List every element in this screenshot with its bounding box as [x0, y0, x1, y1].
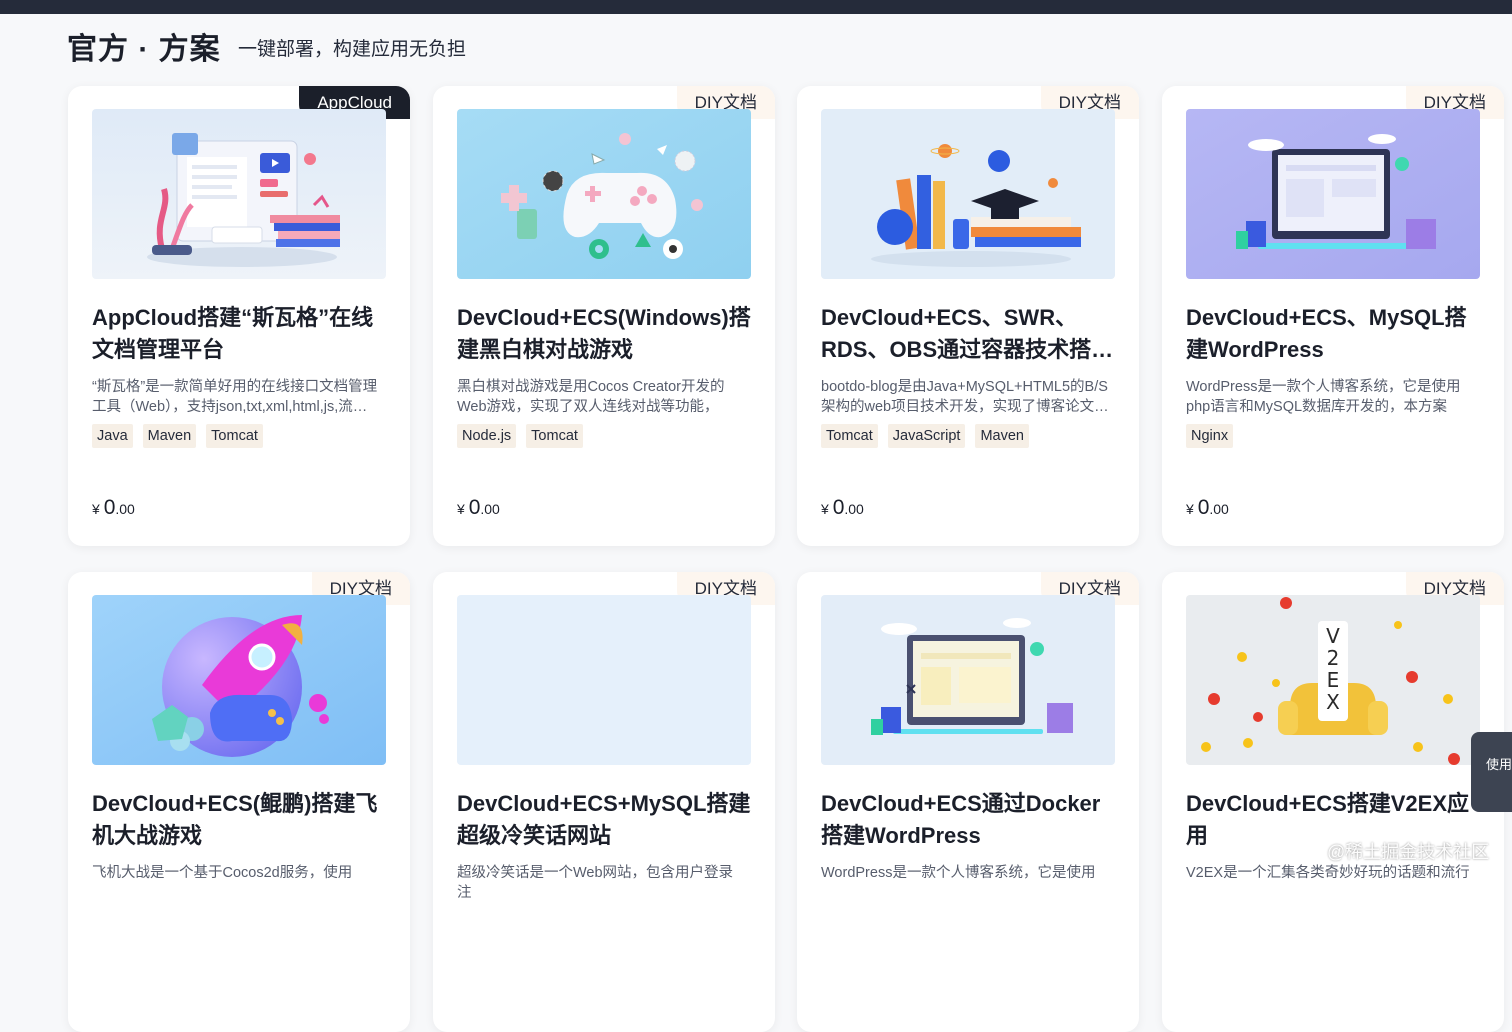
website-illustration: [821, 595, 1115, 765]
section-subtitle: 一键部署，构建应用无负担: [238, 39, 467, 60]
card-title[interactable]: DevCloud+ECS+MySQL搭建超级冷笑话网站: [457, 788, 753, 852]
v2ex-letter: E: [1327, 668, 1340, 692]
game-controller-illustration: [457, 109, 751, 279]
docs-illustration: [92, 109, 386, 279]
tag: Node.js: [457, 424, 517, 448]
side-tab-label: 使用: [1486, 757, 1512, 772]
card-thumbnail: [821, 595, 1115, 765]
tag: Tomcat: [526, 424, 583, 448]
solution-card-plane-war[interactable]: DIY文档 DevCloud+ECS(鲲鹏)搭建飞机大战游戏 飞机大战是一个基于…: [68, 572, 410, 1032]
card-description: 超级冷笑话是一个Web网站，包含用户登录注: [457, 865, 734, 901]
card-description: WordPress是一款个人博客系统，它是使用: [821, 865, 1096, 881]
card-description: V2EX是一个汇集各类奇妙好玩的话题和流行: [1186, 865, 1470, 881]
card-description: bootdo-blog是由Java+MySQL+HTML5的B/S架构的web项…: [821, 379, 1109, 415]
currency-symbol: ¥: [457, 501, 465, 517]
card-price: ¥ 0.00: [1186, 496, 1229, 520]
card-tags: Tomcat JavaScript Maven: [821, 424, 1029, 448]
solution-card-bootdo-blog[interactable]: DIY文档 DevCloud+ECS、SWR、RDS、OBS通过容器技术搭… b…: [797, 86, 1139, 546]
card-title[interactable]: DevCloud+ECS通过Docker搭建WordPress: [821, 788, 1117, 852]
side-floating-tab[interactable]: 使用: [1471, 732, 1512, 812]
solution-card-wordpress-mysql[interactable]: DIY文档 DevCloud+ECS、MySQL搭建WordPress Word…: [1162, 86, 1504, 546]
card-thumbnail: [457, 109, 751, 279]
price-integer: 0: [103, 496, 116, 519]
tag: Java: [92, 424, 133, 448]
card-title[interactable]: DevCloud+ECS(鲲鹏)搭建飞机大战游戏: [92, 788, 388, 852]
card-description: WordPress是一款个人博客系统，它是使用php语言和MySQL数据库开发的…: [1186, 379, 1461, 415]
price-decimal: .00: [480, 501, 500, 517]
card-description: “斯瓦格”是一款简单好用的在线接口文档管理工具（Web），支持json,txt,…: [92, 379, 378, 415]
solution-card-othello-game[interactable]: DIY文档 DevCloud+ECS(Windows)搭建黑白棋对战游戏 黑白棋…: [433, 86, 775, 546]
card-price: ¥ 0.00: [457, 496, 500, 520]
price-decimal: .00: [844, 501, 864, 517]
tag: Maven: [142, 424, 197, 448]
card-title[interactable]: DevCloud+ECS、MySQL搭建WordPress: [1186, 302, 1482, 366]
card-description: 黑白棋对战游戏是用Cocos Creator开发的Web游戏，实现了双人连线对战…: [457, 379, 725, 415]
price-decimal: .00: [115, 501, 135, 517]
tag: Nginx: [1186, 424, 1234, 448]
card-tags: Nginx: [1186, 424, 1234, 448]
card-description: 飞机大战是一个基于Cocos2d服务，使用: [92, 865, 353, 881]
tag: Tomcat: [821, 424, 878, 448]
top-bar: [0, 0, 1512, 14]
card-title[interactable]: AppCloud搭建“斯瓦格”在线文档管理平台: [92, 302, 388, 366]
tag: JavaScript: [887, 424, 966, 448]
watermark: @稀土掘金技术社区: [1327, 842, 1490, 862]
card-price: ¥ 0.00: [821, 496, 864, 520]
v2ex-letter: 2: [1327, 646, 1340, 670]
rocket-illustration: [92, 595, 386, 765]
price-decimal: .00: [1209, 501, 1229, 517]
v2ex-letter: X: [1326, 690, 1340, 714]
card-thumbnail: [92, 595, 386, 765]
solution-card-docker-wordpress[interactable]: DIY文档 DevCloud+ECS通过Docker搭建WordPress Wo…: [797, 572, 1139, 1032]
price-integer: 0: [468, 496, 481, 519]
solution-card-appcloud-swagger[interactable]: AppCloud AppCloud搭建“斯瓦格”在线文档管理平台 “斯瓦格”是一…: [68, 86, 410, 546]
price-integer: 0: [1197, 496, 1210, 519]
card-thumbnail: [1186, 109, 1480, 279]
card-thumbnail: V 2 E X: [1186, 595, 1480, 765]
card-thumbnail: [92, 109, 386, 279]
card-title[interactable]: DevCloud+ECS、SWR、RDS、OBS通过容器技术搭…: [821, 302, 1117, 366]
tag: Tomcat: [206, 424, 263, 448]
currency-symbol: ¥: [92, 501, 100, 517]
tag: Maven: [975, 424, 1029, 448]
solution-card-jokes-site[interactable]: DIY文档 DevCloud+ECS+MySQL搭建超级冷笑话网站 超级冷笑话是…: [433, 572, 775, 1032]
card-title[interactable]: DevCloud+ECS(Windows)搭建黑白棋对战游戏: [457, 302, 753, 366]
card-price: ¥ 0.00: [92, 496, 135, 520]
emoji-chair-illustration: V 2 E X: [1186, 595, 1480, 765]
placeholder-image: [457, 595, 751, 765]
card-tags: Java Maven Tomcat: [92, 424, 263, 448]
website-illustration: [1186, 109, 1480, 279]
price-integer: 0: [832, 496, 845, 519]
currency-symbol: ¥: [1186, 501, 1194, 517]
solution-card-v2ex[interactable]: DIY文档 V 2 E X DevCloud+ECS搭建V2EX应用 V2EX是…: [1162, 572, 1504, 1032]
card-thumbnail: [821, 109, 1115, 279]
section-title: 官方 · 方案: [67, 33, 221, 66]
card-tags: Node.js Tomcat: [457, 424, 583, 448]
education-illustration: [821, 109, 1115, 279]
currency-symbol: ¥: [821, 501, 829, 517]
v2ex-letter: V: [1326, 624, 1340, 648]
card-thumbnail: [457, 595, 751, 765]
